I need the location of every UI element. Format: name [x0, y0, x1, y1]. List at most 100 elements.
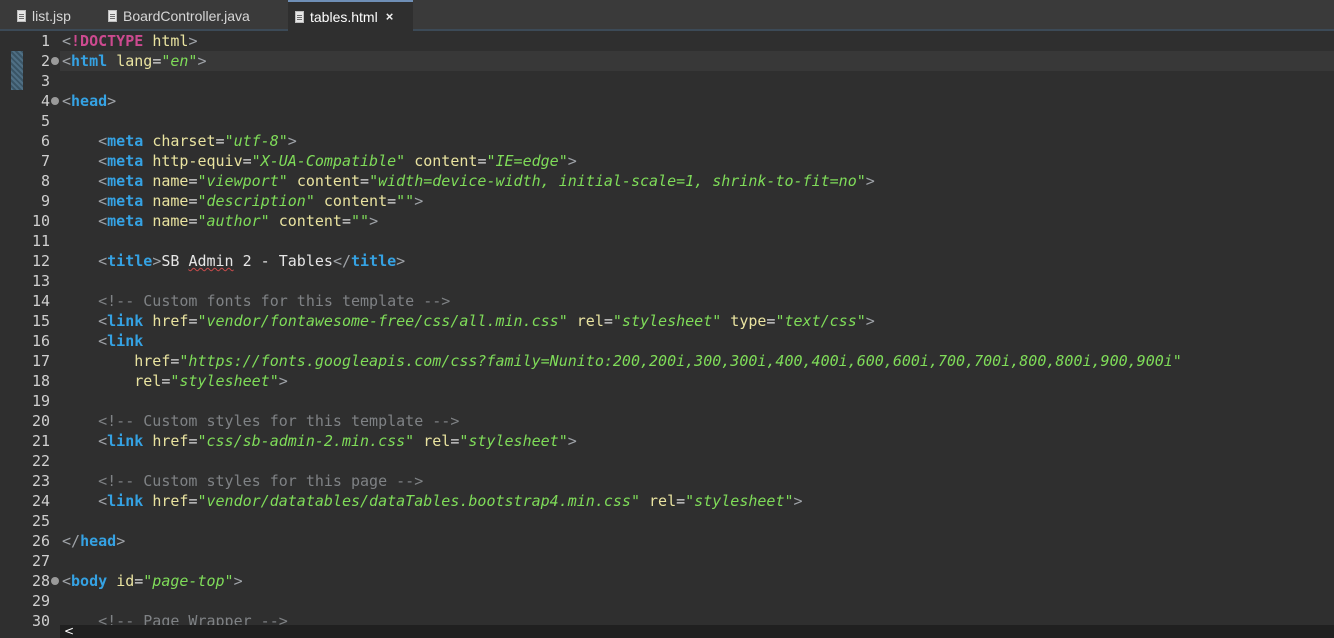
code-token: >	[278, 372, 288, 390]
code-token: "X-UA-Compatible"	[251, 152, 406, 170]
code-line[interactable]: 16 <link	[0, 331, 1334, 351]
code-line[interactable]: 3	[0, 71, 1334, 91]
code-token: >	[567, 152, 577, 170]
code-token: >	[567, 432, 577, 450]
code-token: <	[98, 492, 108, 510]
code-text: <meta name="description" content="">	[62, 191, 423, 211]
fold-toggle-icon[interactable]	[51, 97, 59, 105]
code-token: id	[116, 572, 135, 590]
code-text: <link href = "vendor/datatables/dataTables…	[62, 491, 803, 511]
code-token: >	[116, 532, 126, 550]
scroll-left-icon[interactable]: <	[64, 625, 74, 638]
code-token: <	[98, 152, 108, 170]
code-line[interactable]: 4 <head>	[0, 91, 1334, 111]
code-line[interactable]: 23 <!-- Custom styles for this page -->	[0, 471, 1334, 491]
code-line[interactable]: 24 <link href = "vendor/datatables/dataTab…	[0, 491, 1334, 511]
line-number: 6	[40, 132, 50, 150]
code-token: link	[107, 432, 144, 450]
line-number: 3	[40, 72, 50, 90]
editor-tab-bar: list.jsp BoardController.java tables.htm…	[0, 0, 1334, 31]
code-line[interactable]: 14 <!-- Custom fonts for this template -…	[0, 291, 1334, 311]
code-line[interactable]: 1 <!DOCTYPE html>	[0, 31, 1334, 51]
line-number: 4	[40, 92, 50, 110]
code-token: >	[793, 492, 803, 510]
code-token: <!-- Custom styles for this template -->	[98, 412, 460, 430]
tab-list-jsp[interactable]: list.jsp	[17, 0, 97, 31]
code-line[interactable]: 7 <meta http-equiv="X-UA-Compatible" con…	[0, 151, 1334, 171]
code-token: >	[107, 92, 117, 110]
code-token: title	[107, 252, 153, 270]
code-token: type	[730, 312, 767, 330]
code-line[interactable]: 21 <link href="css/sb-admin-2.min.css" r…	[0, 431, 1334, 451]
code-token: link	[107, 332, 144, 350]
line-number: 16	[31, 332, 50, 350]
line-number: 29	[31, 592, 50, 610]
code-token: <	[98, 432, 108, 450]
code-token: head	[71, 92, 108, 110]
code-line[interactable]: 25	[0, 511, 1334, 531]
code-line[interactable]: 20 <!-- Custom styles for this template …	[0, 411, 1334, 431]
code-token: =	[603, 312, 613, 330]
code-token: <!-- Custom styles for this page -->	[98, 472, 424, 490]
code-text: <title>SB Admin 2 - Tables</title>	[62, 251, 405, 271]
code-line[interactable]: 8 <meta name="viewport" content="width=d…	[0, 171, 1334, 191]
code-line[interactable]: 15 <link href = "vendor/fontawesome-free/c…	[0, 311, 1334, 331]
code-line[interactable]: 5	[0, 111, 1334, 131]
code-line[interactable]: 22	[0, 451, 1334, 471]
code-line[interactable]: 29	[0, 591, 1334, 611]
code-line[interactable]: 28 <body id="page-top">	[0, 571, 1334, 591]
code-line[interactable]: 11	[0, 231, 1334, 251]
code-line[interactable]: 9 <meta name="description" content="">	[0, 191, 1334, 211]
code-line[interactable]: 17 href="https://fonts.googleapis.com/cs…	[0, 351, 1334, 371]
code-line[interactable]: 10 <meta name="author" content="">	[0, 211, 1334, 231]
code-editor[interactable]: 1 <!DOCTYPE html> 2 <html lang="en"> 3 4 <head…	[0, 31, 1334, 638]
fold-toggle-icon[interactable]	[51, 57, 59, 65]
code-token: <	[62, 32, 72, 50]
tab-tables-html[interactable]: tables.html ×	[288, 0, 413, 31]
code-token: =	[242, 152, 252, 170]
code-line[interactable]: 26 </head>	[0, 531, 1334, 551]
code-token: "stylesheet"	[459, 432, 568, 450]
code-line[interactable]: 18 rel="stylesheet">	[0, 371, 1334, 391]
tab-label: tables.html	[310, 8, 378, 25]
code-token: <	[62, 92, 72, 110]
code-token: meta	[107, 132, 144, 150]
code-token: link	[107, 312, 144, 330]
code-token: <	[62, 52, 72, 70]
code-line[interactable]: 27	[0, 551, 1334, 571]
fold-toggle-icon[interactable]	[51, 577, 59, 585]
line-number: 13	[31, 272, 50, 290]
code-token: <	[98, 332, 108, 350]
close-icon[interactable]: ×	[386, 9, 394, 24]
code-text: </head>	[62, 531, 125, 551]
code-line[interactable]: 13	[0, 271, 1334, 291]
line-number: 24	[31, 492, 50, 510]
code-text: <!-- Custom styles for this template -->	[62, 411, 459, 431]
code-line[interactable]: 6 <meta charset="utf-8">	[0, 131, 1334, 151]
line-number: 27	[31, 552, 50, 570]
code-line[interactable]: 12 <title>SB Admin 2 - Tables</title>	[0, 251, 1334, 271]
horizontal-scrollbar[interactable]: <	[60, 625, 1334, 638]
line-number: 21	[31, 432, 50, 450]
code-token: "stylesheet"	[170, 372, 279, 390]
code-text: href="https://fonts.googleapis.com/css?f…	[62, 351, 1182, 371]
code-token: >	[197, 52, 207, 70]
code-token: link	[107, 492, 144, 510]
code-line[interactable]: 19	[0, 391, 1334, 411]
code-token: <	[98, 192, 108, 210]
code-text: rel="stylesheet">	[62, 371, 288, 391]
tab-boardcontroller-java[interactable]: BoardController.java	[108, 0, 278, 31]
code-token: href	[152, 312, 189, 330]
code-line[interactable]: 2 <html lang="en">	[41, 51, 1334, 71]
code-token: "IE=edge"	[486, 152, 568, 170]
code-token: title	[351, 252, 397, 270]
